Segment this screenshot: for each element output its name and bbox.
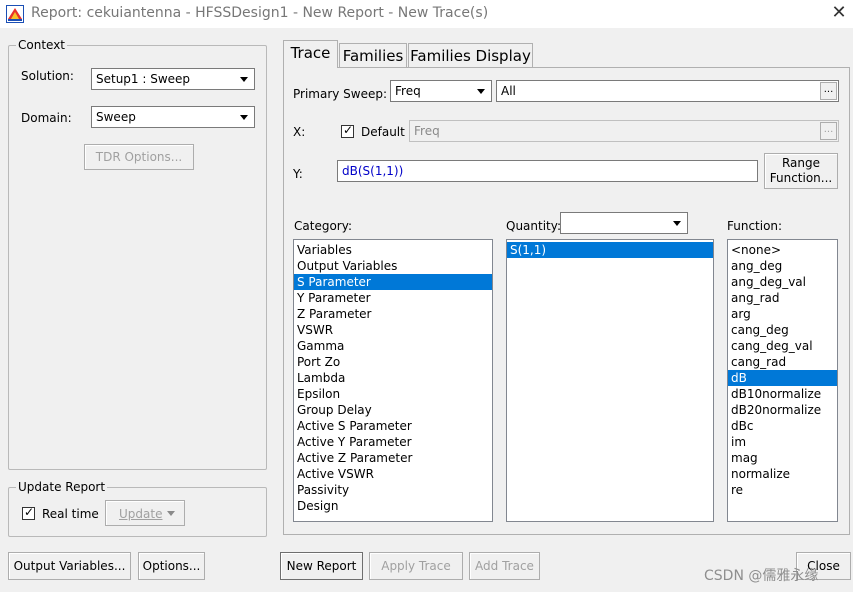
- function-list-item[interactable]: dBc: [728, 418, 837, 434]
- category-list-item[interactable]: Group Delay: [294, 402, 492, 418]
- category-list-item[interactable]: Port Zo: [294, 354, 492, 370]
- add-trace-button[interactable]: Add Trace: [469, 552, 540, 580]
- realtime-checkbox[interactable]: [22, 505, 35, 520]
- function-list-item[interactable]: ang_deg: [728, 258, 837, 274]
- update-label: Update: [119, 507, 163, 521]
- domain-value: Sweep: [96, 110, 136, 124]
- category-list-item[interactable]: Gamma: [294, 338, 492, 354]
- realtime-label: Real time: [42, 507, 99, 521]
- quantity-listbox[interactable]: S(1,1): [506, 239, 714, 522]
- tab-families-display[interactable]: Families Display: [408, 43, 533, 69]
- function-list-item[interactable]: ang_rad: [728, 290, 837, 306]
- primary-sweep-range-value: All: [501, 84, 516, 98]
- range-function-line1: Range: [781, 156, 821, 170]
- chevron-down-icon[interactable]: [235, 70, 253, 88]
- category-listbox[interactable]: Variables Output Variables S Parameter Y Pa…: [293, 239, 493, 522]
- tab-families[interactable]: Families: [339, 43, 407, 69]
- category-list-item[interactable]: Output Variables: [294, 258, 492, 274]
- function-list-item[interactable]: cang_rad: [728, 354, 837, 370]
- y-expression-value: dB(S(1,1)): [342, 164, 404, 178]
- update-split-button[interactable]: Update: [105, 500, 185, 526]
- default-label: Default: [361, 125, 405, 139]
- quantity-label: Quantity:: [506, 219, 562, 233]
- category-list-item[interactable]: Passivity: [294, 482, 492, 498]
- category-list-item[interactable]: Design: [294, 498, 492, 514]
- tdr-options-button[interactable]: TDR Options...: [84, 144, 194, 170]
- primary-sweep-label: Primary Sweep:: [293, 87, 388, 101]
- x-expression-field[interactable]: Freq: [409, 120, 839, 142]
- function-list-item[interactable]: re: [728, 482, 837, 498]
- x-ellipsis-button[interactable]: ...: [820, 122, 837, 140]
- range-function-button[interactable]: Range Function...: [764, 153, 838, 189]
- y-label: Y:: [293, 167, 303, 181]
- function-list-item[interactable]: arg: [728, 306, 837, 322]
- primary-sweep-dropdown[interactable]: Freq: [390, 80, 492, 102]
- solution-label: Solution:: [21, 69, 74, 83]
- category-list-item[interactable]: Variables: [294, 242, 492, 258]
- x-label: X:: [293, 125, 306, 139]
- category-list-item[interactable]: VSWR: [294, 322, 492, 338]
- chevron-down-icon[interactable]: [668, 214, 686, 232]
- function-list-item[interactable]: dB10normalize: [728, 386, 837, 402]
- options-button[interactable]: Options...: [138, 552, 205, 580]
- new-report-button[interactable]: New Report: [280, 552, 363, 580]
- category-label: Category:: [294, 219, 352, 233]
- function-list-item[interactable]: im: [728, 434, 837, 450]
- hfss-app-icon: [6, 5, 24, 23]
- function-list-item[interactable]: <none>: [728, 242, 837, 258]
- function-label: Function:: [727, 219, 783, 233]
- function-listbox[interactable]: <none> ang_deg ang_deg_val ang_rad arg cang_d…: [727, 239, 838, 522]
- function-list-item[interactable]: dB: [728, 370, 837, 386]
- category-list-item[interactable]: Y Parameter: [294, 290, 492, 306]
- apply-trace-button[interactable]: Apply Trace: [369, 552, 463, 580]
- category-list-item[interactable]: Lambda: [294, 370, 492, 386]
- category-list-item[interactable]: Epsilon: [294, 386, 492, 402]
- category-list-item[interactable]: Active Z Parameter: [294, 450, 492, 466]
- primary-sweep-range-field[interactable]: All: [496, 80, 839, 102]
- category-list-item[interactable]: Active Y Parameter: [294, 434, 492, 450]
- function-list-item[interactable]: ang_deg_val: [728, 274, 837, 290]
- output-variables-button[interactable]: Output Variables...: [8, 552, 131, 580]
- solution-value: Setup1 : Sweep: [96, 72, 191, 86]
- quantity-list-item[interactable]: S(1,1): [507, 242, 713, 258]
- csdn-watermark: CSDN @儒雅永缘: [704, 568, 819, 584]
- category-list-item[interactable]: S Parameter: [294, 274, 492, 290]
- domain-dropdown[interactable]: Sweep: [91, 106, 255, 128]
- function-list-item[interactable]: mag: [728, 450, 837, 466]
- solution-dropdown[interactable]: Setup1 : Sweep: [91, 68, 255, 90]
- tab-trace[interactable]: Trace: [283, 40, 338, 68]
- sweep-range-ellipsis-button[interactable]: ...: [820, 82, 837, 100]
- category-list-item[interactable]: Active VSWR: [294, 466, 492, 482]
- default-checkbox[interactable]: [341, 123, 354, 138]
- context-legend: Context: [16, 38, 68, 52]
- function-list-item[interactable]: dB20normalize: [728, 402, 837, 418]
- function-list-item[interactable]: cang_deg_val: [728, 338, 837, 354]
- function-list-item[interactable]: cang_deg: [728, 322, 837, 338]
- primary-sweep-value: Freq: [395, 84, 421, 98]
- quantity-filter-dropdown[interactable]: [560, 212, 688, 234]
- domain-label: Domain:: [21, 111, 72, 125]
- function-list-item[interactable]: normalize: [728, 466, 837, 482]
- window-close-icon[interactable]: ✕: [826, 2, 852, 26]
- category-list-item[interactable]: Active S Parameter: [294, 418, 492, 434]
- chevron-down-icon[interactable]: [235, 108, 253, 126]
- range-function-line2: Function...: [769, 171, 833, 185]
- update-report-legend: Update Report: [16, 480, 108, 494]
- chevron-down-icon[interactable]: [167, 511, 175, 516]
- category-list-item[interactable]: Z Parameter: [294, 306, 492, 322]
- x-expression-value: Freq: [414, 124, 440, 138]
- window-title: Report: cekuiantenna - HFSSDesign1 - New…: [31, 5, 489, 21]
- y-expression-field[interactable]: dB(S(1,1)): [337, 160, 758, 182]
- chevron-down-icon[interactable]: [472, 82, 490, 100]
